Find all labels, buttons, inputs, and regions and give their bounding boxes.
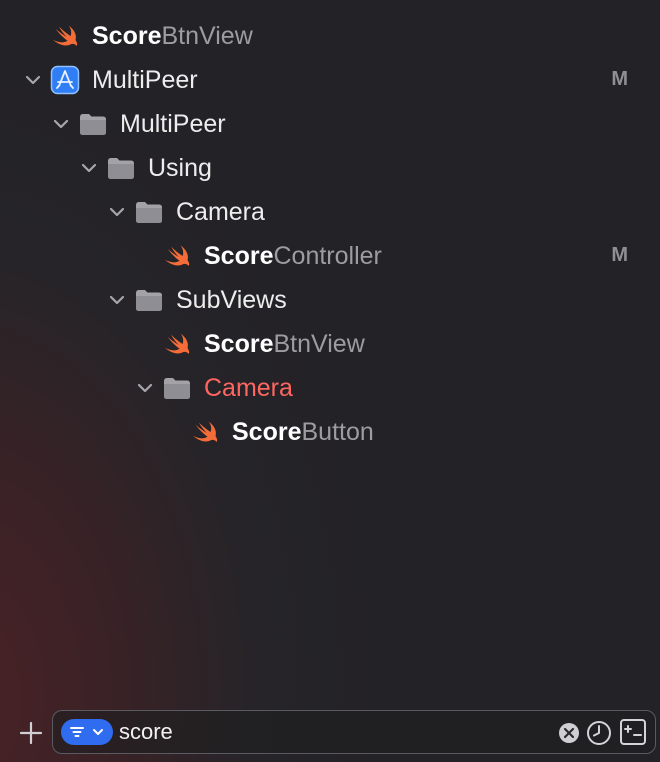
chevron-down-icon[interactable]	[80, 159, 98, 177]
modified-badge: M	[611, 244, 628, 266]
filter-field	[52, 710, 656, 754]
project-name-label: MultiPeer	[92, 66, 198, 94]
folder-icon	[162, 373, 192, 403]
tree-row-score-button[interactable]: ScoreButton	[0, 410, 660, 454]
xcode-project-icon	[50, 65, 80, 95]
file-name-label: ScoreController	[204, 242, 382, 270]
tree-row-camera-folder[interactable]: Camera	[0, 190, 660, 234]
tree-row-camera-folder-missing[interactable]: Camera	[0, 366, 660, 410]
add-icon[interactable]	[18, 720, 44, 746]
file-name-label: ScoreButton	[232, 418, 374, 446]
filter-lines-icon	[70, 727, 84, 737]
folder-name-label: MultiPeer	[120, 110, 226, 138]
folder-name-label: Using	[148, 154, 212, 182]
filter-input[interactable]	[119, 717, 539, 747]
folder-icon	[106, 153, 136, 183]
folder-icon	[78, 109, 108, 139]
chevron-down-icon[interactable]	[136, 379, 154, 397]
swift-file-icon	[162, 241, 192, 271]
filter-options-button[interactable]	[61, 719, 113, 745]
folder-name-label: Camera	[176, 198, 265, 226]
chevron-down-icon[interactable]	[108, 291, 126, 309]
folder-icon	[134, 285, 164, 315]
tree-row-multipeer-folder[interactable]: MultiPeer	[0, 102, 660, 146]
chevron-down-icon[interactable]	[24, 71, 42, 89]
modified-badge: M	[611, 68, 628, 90]
tree-row-score-btn-view[interactable]: ScoreBtnView	[0, 322, 660, 366]
chevron-down-icon	[93, 729, 103, 735]
swift-file-icon	[190, 417, 220, 447]
folder-name-label: Camera	[204, 374, 293, 402]
source-control-filter-icon[interactable]	[619, 718, 647, 746]
folder-icon	[134, 197, 164, 227]
recent-files-clock-icon[interactable]	[585, 719, 613, 747]
clear-search-icon[interactable]	[557, 721, 581, 745]
chevron-down-icon[interactable]	[108, 203, 126, 221]
tree-row-score-controller[interactable]: ScoreController M	[0, 234, 660, 278]
file-name-label: ScoreBtnView	[92, 22, 253, 50]
swift-file-icon	[50, 21, 80, 51]
tree-row-using-folder[interactable]: Using	[0, 146, 660, 190]
tree-row-score-btn-view-top[interactable]: ScoreBtnView	[0, 14, 660, 58]
project-navigator-tree: ScoreBtnView MultiPeer M MultiPeer Using…	[0, 14, 660, 454]
folder-name-label: SubViews	[176, 286, 287, 314]
file-name-label: ScoreBtnView	[204, 330, 365, 358]
navigator-filter-bar	[0, 706, 660, 762]
tree-row-subviews-folder[interactable]: SubViews	[0, 278, 660, 322]
tree-row-multipeer-project[interactable]: MultiPeer M	[0, 58, 660, 102]
chevron-down-icon[interactable]	[52, 115, 70, 133]
swift-file-icon	[162, 329, 192, 359]
